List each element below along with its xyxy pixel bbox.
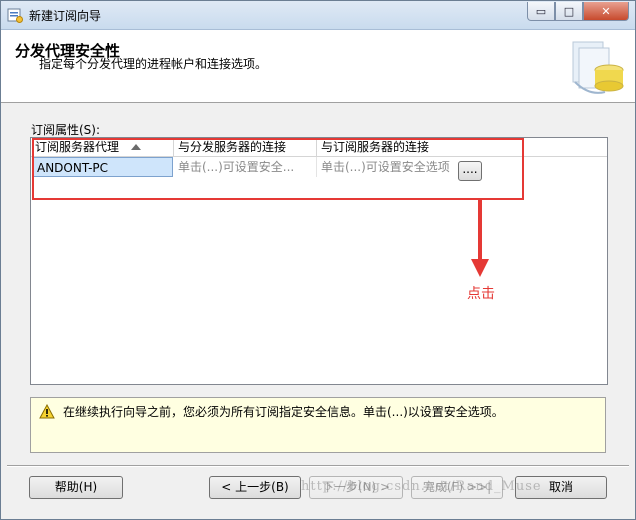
title-bar[interactable]: 新建订阅向导 ▭ □ ✕ <box>1 1 635 30</box>
window-title: 新建订阅向导 <box>29 9 102 23</box>
maximize-icon: □ <box>563 4 575 18</box>
minimize-button[interactable]: ▭ <box>527 2 555 21</box>
arrow-down-icon <box>471 259 489 277</box>
subscription-properties-label: 订阅属性(S): <box>31 123 101 137</box>
annotation-label: 点击 <box>467 286 495 302</box>
close-button[interactable]: ✕ <box>583 2 629 21</box>
help-button[interactable]: 帮助(H) <box>29 476 123 499</box>
close-icon: ✕ <box>601 4 611 18</box>
info-message: 在继续执行向导之前，您必须为所有订阅指定安全信息。单击(...)以设置安全选项。 <box>63 405 504 419</box>
warning-icon <box>39 404 55 419</box>
wizard-header: 分发代理安全性 指定每个分发代理的进程帐户和连接选项。 <box>1 30 635 103</box>
minimize-icon: ▭ <box>535 4 547 18</box>
page-subtitle: 指定每个分发代理的进程帐户和连接选项。 <box>39 57 268 71</box>
window-controls: ▭ □ ✕ <box>527 2 629 21</box>
highlight-box <box>32 138 524 200</box>
watermark: http://blog.csdn.net/Rand_Muse <box>301 479 542 494</box>
info-panel: 在继续执行向导之前，您必须为所有订阅指定安全信息。单击(...)以设置安全选项。 <box>30 397 606 453</box>
database-graphic-icon <box>572 41 624 94</box>
wizard-app-icon <box>7 8 23 23</box>
maximize-button[interactable]: □ <box>555 2 583 21</box>
wizard-window: 新建订阅向导 ▭ □ ✕ 分发代理安全性 指定每个分发代理的进程帐户和连接选项。… <box>0 0 636 520</box>
annotation-arrow-shaft <box>478 200 482 262</box>
back-button[interactable]: < 上一步(B) <box>209 476 301 499</box>
footer-divider <box>7 465 629 467</box>
